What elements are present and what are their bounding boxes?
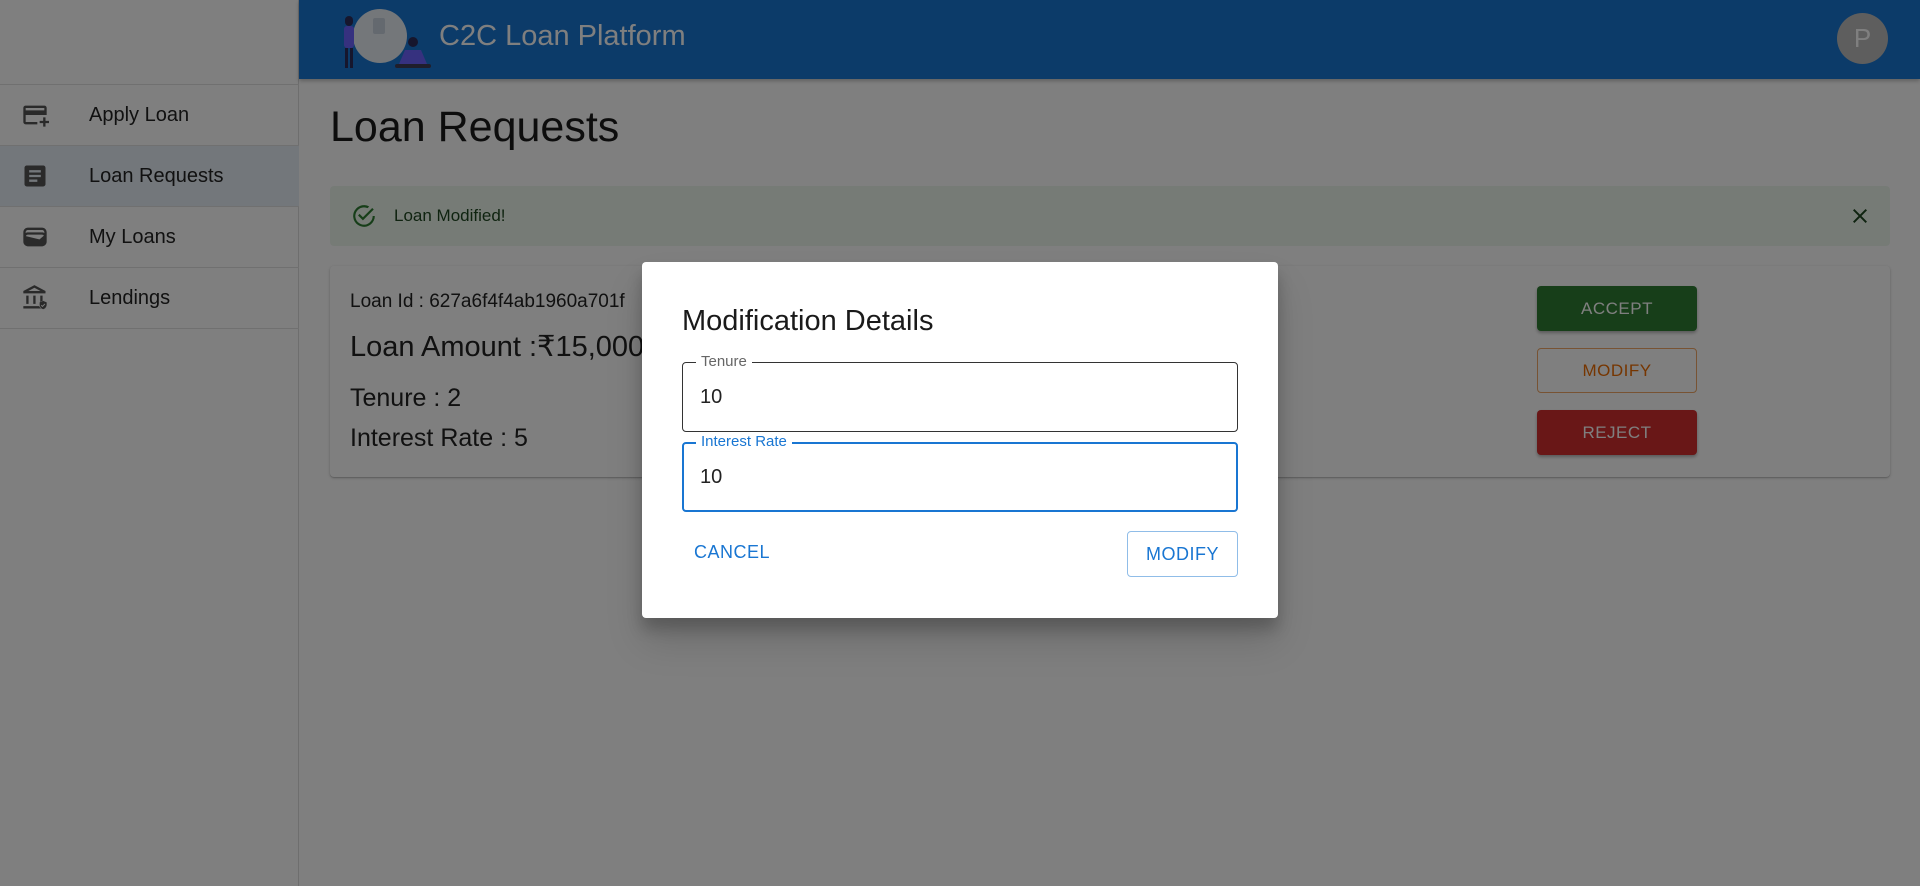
tenure-field: Tenure xyxy=(682,353,1238,432)
dialog-title: Modification Details xyxy=(682,305,934,337)
interest-rate-field: Interest Rate xyxy=(682,433,1238,512)
dialog-modify-button[interactable]: MODIFY xyxy=(1127,531,1238,577)
interest-rate-label: Interest Rate xyxy=(696,433,792,451)
cancel-button[interactable]: CANCEL xyxy=(684,530,780,574)
tenure-input[interactable] xyxy=(700,386,1220,409)
interest-rate-input[interactable] xyxy=(700,466,1220,489)
modification-dialog: Modification Details Tenure Interest Rat… xyxy=(642,262,1278,618)
tenure-label: Tenure xyxy=(696,353,752,371)
